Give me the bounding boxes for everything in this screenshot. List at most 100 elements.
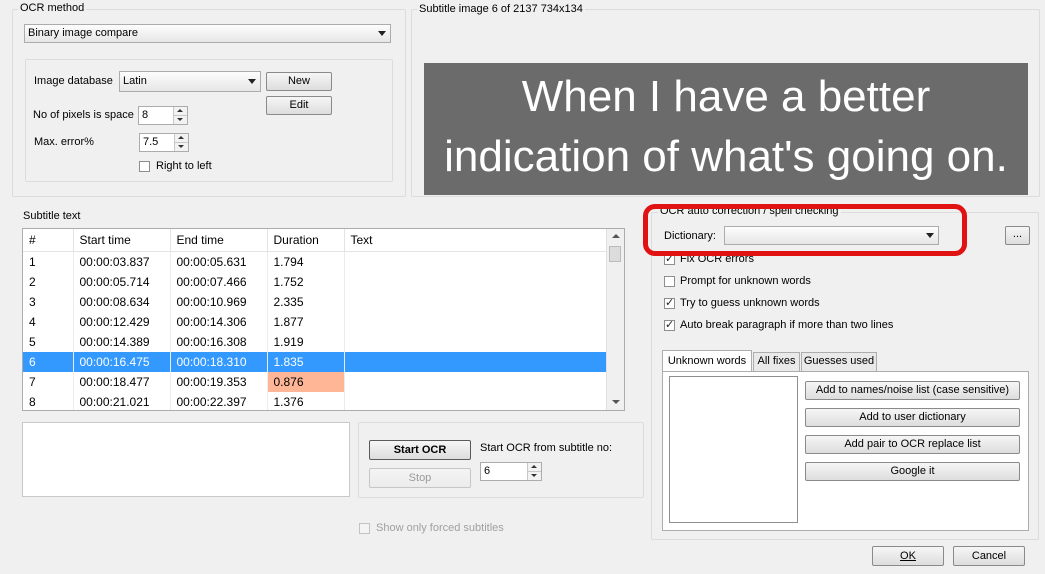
table-cell-end: 00:00:07.466 — [170, 272, 268, 292]
column-header[interactable]: Duration — [267, 229, 345, 252]
subtitle-image-line-2: indication of what's going on. — [444, 132, 1008, 181]
table-cell-num: 2 — [23, 272, 74, 292]
scrollbar-thumb[interactable] — [609, 246, 621, 262]
column-header[interactable]: Start time — [73, 229, 171, 252]
max-error-stepper[interactable]: 7.5 — [139, 133, 189, 152]
ok-button-label: OK — [900, 550, 916, 562]
auto-break-checkbox[interactable] — [664, 318, 675, 331]
start-from-value: 6 — [484, 465, 491, 477]
image-database-value: Latin — [123, 75, 147, 87]
guess-unknown-label: Try to guess unknown words — [680, 297, 820, 309]
guess-unknown-checkbox[interactable] — [664, 296, 675, 309]
table-cell-duration: 1.877 — [267, 312, 345, 332]
stepper-down-icon[interactable] — [174, 143, 188, 151]
table-cell-duration: 1.752 — [267, 272, 345, 292]
table-cell-duration: 0.876 — [267, 372, 345, 392]
table-cell-start: 00:00:08.634 — [73, 292, 171, 312]
stepper-up-icon[interactable] — [174, 134, 188, 143]
scroll-up-icon[interactable] — [612, 234, 620, 238]
add-pair-replace-button[interactable]: Add pair to OCR replace list — [805, 435, 1020, 454]
pixels-space-value: 8 — [142, 109, 149, 121]
edit-database-button[interactable]: Edit — [266, 96, 332, 115]
table-row[interactable]: 6 00:00:16.475 00:00:18.310 1.835 — [23, 352, 610, 372]
table-cell-duration: 1.919 — [267, 332, 345, 352]
ocr-text-output[interactable] — [22, 422, 350, 497]
start-ocr-button[interactable]: Start OCR — [369, 440, 471, 460]
table-cell-num: 7 — [23, 372, 74, 392]
dictionary-browse-button[interactable]: ... — [1005, 226, 1030, 245]
table-row[interactable]: 7 00:00:18.477 00:00:19.353 0.876 — [23, 372, 610, 392]
table-cell-end: 00:00:05.631 — [170, 251, 268, 272]
right-to-left-checkbox[interactable] — [139, 161, 150, 172]
tab-unknown-words[interactable]: Unknown words — [662, 350, 752, 372]
stepper-up-icon[interactable] — [527, 463, 541, 472]
google-it-button[interactable]: Google it — [805, 462, 1020, 481]
pixels-space-label: No of pixels is space — [33, 109, 134, 121]
max-error-value: 7.5 — [143, 136, 159, 148]
add-to-user-dictionary-button[interactable]: Add to user dictionary — [805, 408, 1020, 427]
table-cell-duration: 1.794 — [267, 251, 345, 272]
grid-vertical-scrollbar[interactable] — [606, 229, 624, 410]
stepper-down-icon[interactable] — [527, 472, 541, 480]
scroll-down-icon[interactable] — [612, 400, 620, 404]
forced-subtitles-label: Show only forced subtitles — [376, 522, 504, 534]
prompt-unknown-checkbox[interactable] — [664, 276, 675, 287]
start-from-stepper[interactable]: 6 — [480, 462, 542, 481]
image-database-combo[interactable]: Latin — [119, 71, 261, 92]
table-cell-text — [344, 352, 610, 372]
table-cell-start: 00:00:03.837 — [73, 251, 171, 272]
image-database-label: Image database — [34, 75, 113, 87]
new-database-button[interactable]: New — [266, 72, 332, 91]
column-header[interactable]: # — [23, 229, 74, 252]
subtitle-grid[interactable]: # Start time End time Duration Text 1 00:… — [22, 228, 625, 411]
table-cell-text — [344, 292, 610, 312]
stepper-down-icon[interactable] — [173, 116, 187, 124]
table-cell-start: 00:00:16.475 — [73, 352, 171, 372]
subtitle-table: # Start time End time Duration Text 1 00:… — [23, 229, 610, 410]
right-to-left-label: Right to left — [156, 160, 212, 172]
highlight-ring — [643, 204, 967, 256]
cancel-button-label: Cancel — [971, 550, 1007, 562]
stop-ocr-button[interactable]: Stop — [369, 468, 471, 488]
table-row[interactable]: 2 00:00:05.714 00:00:07.466 1.752 — [23, 272, 610, 292]
ok-button[interactable]: OK — [872, 546, 944, 566]
subtitle-image-title: Subtitle image 6 of 2137 734x134 — [417, 3, 585, 15]
ocr-method-combo[interactable]: Binary image compare — [24, 24, 391, 43]
table-cell-end: 00:00:14.306 — [170, 312, 268, 332]
tab-guesses-used[interactable]: Guesses used — [801, 352, 877, 371]
tab-all-fixes[interactable]: All fixes — [753, 352, 800, 371]
table-cell-text — [344, 332, 610, 352]
table-row[interactable]: 4 00:00:12.429 00:00:14.306 1.877 — [23, 312, 610, 332]
ocr-method-value: Binary image compare — [28, 27, 139, 39]
table-cell-end: 00:00:18.310 — [170, 352, 268, 372]
stepper-up-icon[interactable] — [173, 107, 187, 116]
subtitle-image-preview: When I have a better indication of what'… — [424, 63, 1028, 195]
pixels-space-stepper[interactable]: 8 — [138, 106, 188, 125]
table-cell-text — [344, 272, 610, 292]
table-row[interactable]: 3 00:00:08.634 00:00:10.969 2.335 — [23, 292, 610, 312]
cancel-button[interactable]: Cancel — [953, 546, 1025, 566]
column-header[interactable]: Text — [344, 229, 610, 252]
table-cell-duration: 2.335 — [267, 292, 345, 312]
table-cell-num: 5 — [23, 332, 74, 352]
add-to-names-button[interactable]: Add to names/noise list (case sensitive) — [805, 381, 1020, 400]
table-cell-start: 00:00:14.389 — [73, 332, 171, 352]
table-row[interactable]: 5 00:00:14.389 00:00:16.308 1.919 — [23, 332, 610, 352]
table-cell-duration: 1.376 — [267, 392, 345, 410]
table-row[interactable]: 8 00:00:21.021 00:00:22.397 1.376 — [23, 392, 610, 410]
table-cell-start: 00:00:05.714 — [73, 272, 171, 292]
table-cell-num: 6 — [23, 352, 74, 372]
max-error-label: Max. error% — [34, 136, 94, 148]
table-row[interactable]: 1 00:00:03.837 00:00:05.631 1.794 — [23, 251, 610, 272]
chevron-down-icon — [248, 79, 256, 84]
unknown-words-list[interactable] — [669, 376, 798, 523]
subtitle-text-title: Subtitle text — [23, 210, 81, 222]
table-cell-end: 00:00:19.353 — [170, 372, 268, 392]
forced-subtitles-checkbox[interactable] — [359, 523, 370, 534]
table-cell-end: 00:00:22.397 — [170, 392, 268, 410]
column-header[interactable]: End time — [170, 229, 268, 252]
table-cell-num: 4 — [23, 312, 74, 332]
table-cell-text — [344, 312, 610, 332]
table-cell-num: 3 — [23, 292, 74, 312]
table-cell-num: 8 — [23, 392, 74, 410]
